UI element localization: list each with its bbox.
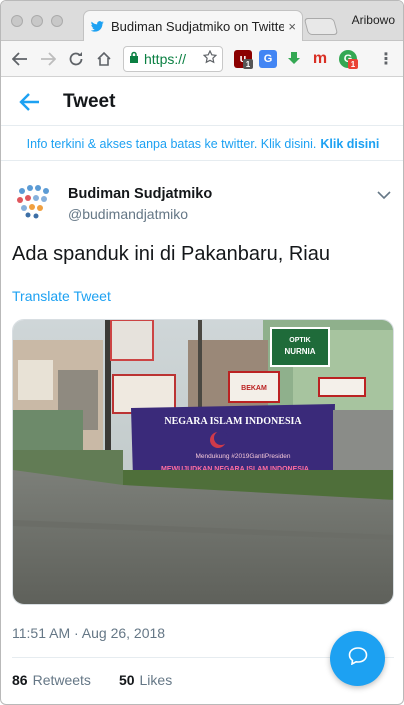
- grammarly-extension-icon[interactable]: G1: [339, 50, 358, 69]
- home-icon[interactable]: [93, 48, 115, 70]
- tweet-timestamp[interactable]: 11:51 AM · Aug 26, 2018: [12, 625, 165, 641]
- banner-line1-text: NEGARA ISLAM INDONESIA: [164, 416, 302, 427]
- likes-count: 50: [118, 672, 135, 688]
- likes-label: Likes: [139, 672, 173, 688]
- tab-title: Budiman Sudjatmiko on Twitter: [111, 18, 285, 34]
- tweet-photo[interactable]: BEKAM OPTIK NURNIA NEGARA ISLAM INDONESI…: [12, 319, 394, 605]
- avatar[interactable]: [12, 179, 56, 223]
- translate-tweet-link[interactable]: Translate Tweet: [12, 288, 111, 304]
- chat-bubble-icon: [348, 647, 368, 670]
- tweet-stats: 86 Retweets 50 Likes: [12, 672, 200, 688]
- twitter-header: Tweet: [1, 78, 403, 126]
- page-title: Tweet: [63, 91, 116, 112]
- m-extension-icon[interactable]: m: [311, 50, 329, 68]
- reload-icon[interactable]: [65, 48, 87, 70]
- close-window-button[interactable]: [11, 15, 23, 27]
- profile-name[interactable]: Aribowo: [352, 13, 395, 27]
- lock-icon: [129, 50, 139, 68]
- author-name[interactable]: Budiman Sudjatmiko: [68, 186, 212, 202]
- retweets-label: Retweets: [32, 672, 91, 688]
- tab-close-icon[interactable]: ×: [288, 19, 296, 34]
- chevron-down-icon[interactable]: [376, 187, 392, 203]
- address-bar[interactable]: https://: [123, 46, 223, 72]
- retweets-stat[interactable]: 86 Retweets: [12, 672, 91, 688]
- translate-extension-icon[interactable]: G: [259, 50, 277, 68]
- grammarly-badge: 1: [348, 59, 358, 69]
- download-extension-icon[interactable]: [285, 50, 303, 68]
- ublock-badge: 1: [243, 59, 253, 69]
- back-arrow-icon[interactable]: [9, 48, 31, 70]
- banner-line2-text: Mendukung #2019GantiPresiden: [195, 453, 290, 460]
- tweet-text: Ada spanduk ini di Pakanbaru, Riau: [12, 243, 330, 265]
- bookmark-star-icon[interactable]: [202, 49, 218, 69]
- forward-arrow-icon[interactable]: [37, 48, 59, 70]
- menu-kebab-icon[interactable]: ⋮: [377, 50, 395, 68]
- optik-sign-text: OPTIK: [289, 337, 310, 344]
- zoom-window-button[interactable]: [51, 15, 63, 27]
- back-arrow-icon[interactable]: [19, 91, 41, 113]
- promo-banner[interactable]: Info terkini & akses tanpa batas ke twit…: [1, 127, 403, 161]
- ublock-extension-icon[interactable]: u1: [234, 50, 253, 69]
- browser-window: Budiman Sudjatmiko on Twitter × Aribowo …: [0, 0, 404, 705]
- twitter-bird-icon: [90, 19, 104, 33]
- reply-fab-button[interactable]: [330, 631, 385, 686]
- new-tab-button[interactable]: [303, 18, 339, 35]
- minimize-window-button[interactable]: [31, 15, 43, 27]
- retweets-count: 86: [12, 672, 28, 688]
- bekam-sign-text: BEKAM: [241, 385, 267, 392]
- tab-bar: Budiman Sudjatmiko on Twitter × Aribowo: [1, 1, 403, 41]
- author-handle[interactable]: @budimandjatmiko: [68, 206, 188, 222]
- url-text: https://: [144, 51, 187, 67]
- browser-tab[interactable]: Budiman Sudjatmiko on Twitter ×: [83, 10, 303, 41]
- banner-text: Info terkini & akses tanpa batas ke twit…: [26, 136, 317, 151]
- browser-toolbar: https:// u1 G m G1 ⋮: [1, 41, 403, 77]
- banner-link[interactable]: Klik disini: [320, 137, 379, 151]
- nurnia-sign-text: NURNIA: [284, 347, 315, 356]
- likes-stat[interactable]: 50 Likes: [119, 672, 172, 688]
